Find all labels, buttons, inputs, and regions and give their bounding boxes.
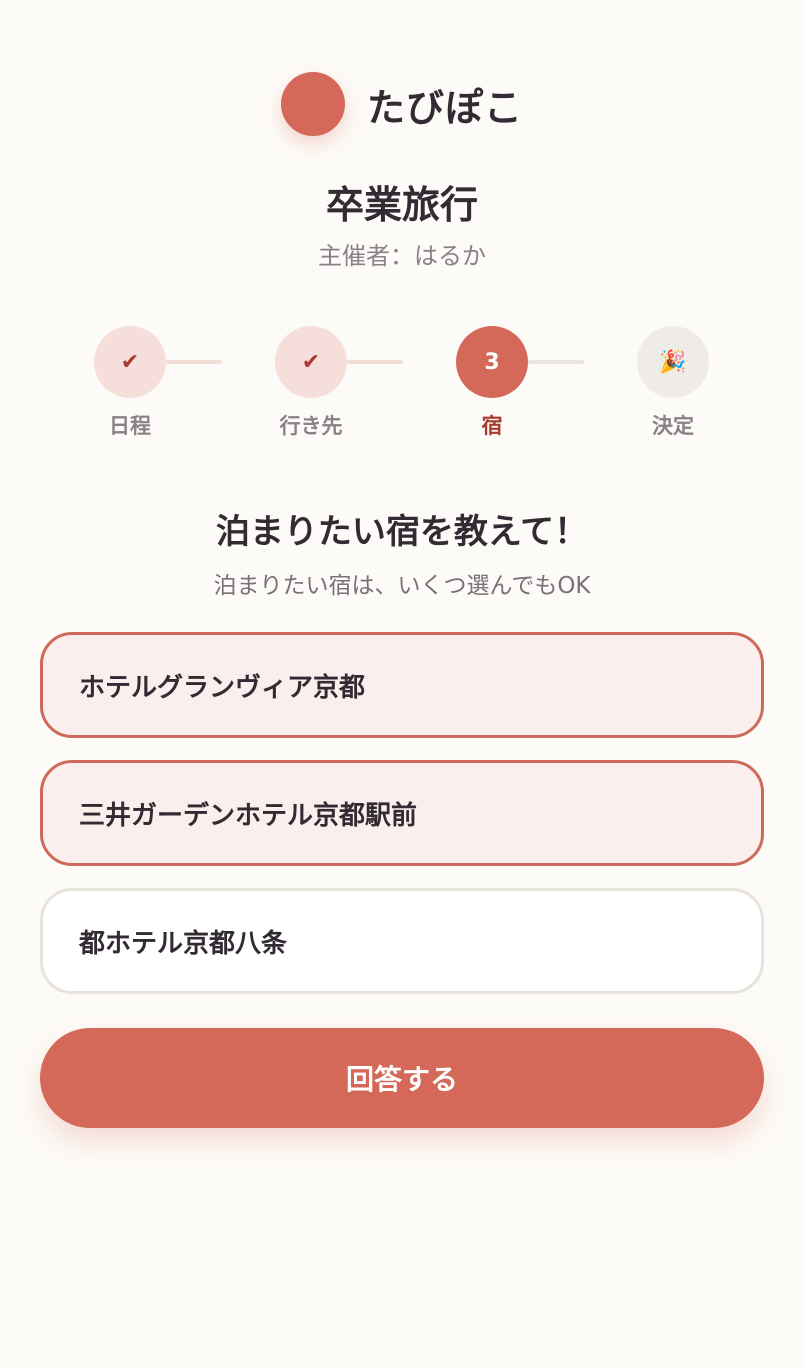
question-title: 泊まりたい宿を教えて！: [215, 512, 589, 552]
step-lodging: 3 宿: [422, 326, 562, 440]
question-hint: 泊まりたい宿は、いくつ選んでもOK: [213, 573, 591, 599]
step-schedule: ✔ 日程: [60, 326, 200, 440]
step-label: 日程: [109, 414, 151, 438]
step-destination: ✔ 行き先: [241, 326, 381, 440]
app-header: たびぽこ: [0, 72, 804, 136]
hotel-option-miyako-hachijo[interactable]: 都ホテル京都八条: [40, 888, 764, 994]
option-label: 都ホテル京都八条: [79, 928, 288, 959]
step-decision: 🎉 決定: [603, 326, 743, 440]
step-label: 宿: [481, 414, 503, 438]
hotel-option-granvia[interactable]: ホテルグランヴィア京都: [40, 632, 764, 738]
hotel-option-mitsui-garden[interactable]: 三井ガーデンホテル京都駅前: [40, 760, 764, 866]
option-label: 三井ガーデンホテル京都駅前: [79, 800, 418, 831]
app-name: たびぽこ: [366, 85, 523, 130]
event-organizer: 主催者：はるか: [318, 242, 486, 270]
step-label: 決定: [652, 414, 694, 438]
app-logo-icon: [280, 72, 345, 136]
event-title: 卒業旅行: [325, 183, 478, 227]
party-popper-icon: 🎉: [637, 326, 709, 398]
submit-button[interactable]: 回答する: [40, 1028, 764, 1128]
step-number: 3: [456, 326, 528, 398]
option-label: ホテルグランヴィア京都: [79, 672, 366, 703]
progress-stepper: ✔ 日程 ✔ 行き先 3 宿 🎉 決定: [0, 326, 804, 446]
check-icon: ✔: [94, 326, 166, 398]
check-icon: ✔: [275, 326, 347, 398]
step-label: 行き先: [279, 414, 343, 438]
